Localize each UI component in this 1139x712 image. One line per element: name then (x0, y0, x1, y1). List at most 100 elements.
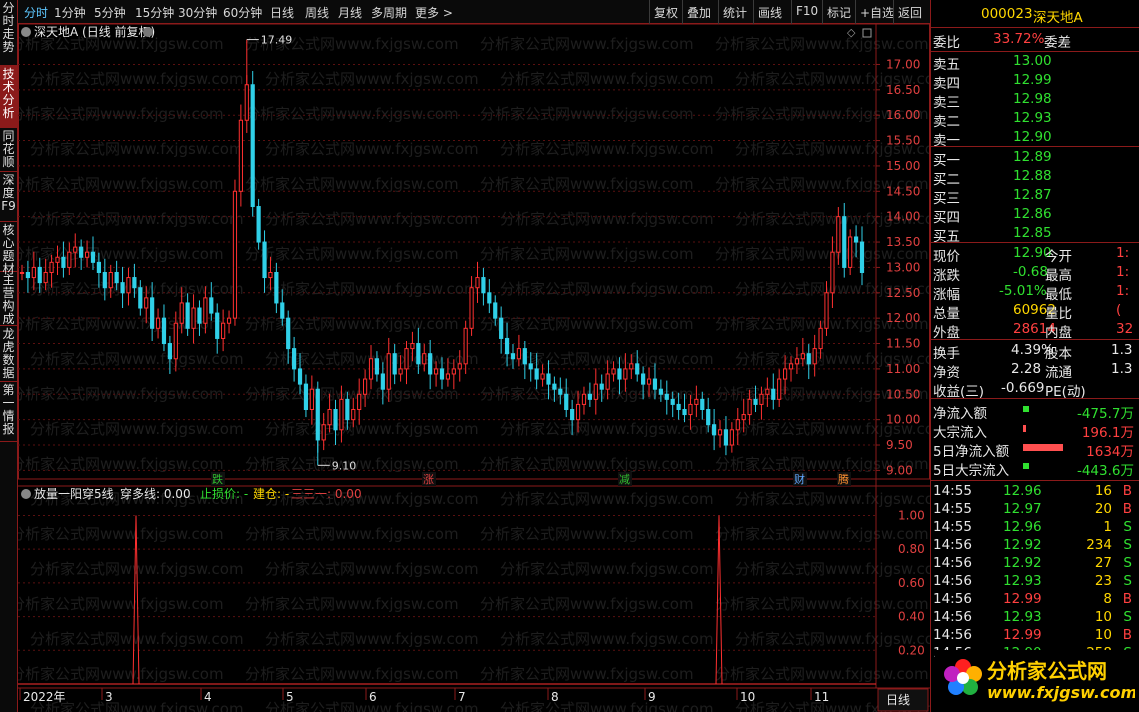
buy-price[interactable]: 12.89 (1013, 149, 1052, 165)
left-tab-2[interactable]: 同花顺 (0, 128, 17, 172)
event-marker[interactable]: 跌 (212, 472, 223, 486)
toolbar-item-6[interactable]: 日线 (270, 4, 294, 21)
toolbar-btn-5[interactable]: 标记 (827, 4, 851, 21)
quote-label: 涨幅 (933, 287, 960, 303)
candle-body (830, 251, 835, 294)
indicator-param: 穿多线: 0.00 (120, 486, 191, 501)
candle-body (777, 378, 782, 400)
watermark-text: 分析家公式网www.fxjgsw.com (480, 35, 694, 53)
tick-side: B (1122, 483, 1132, 499)
quote-label-right: 最低 (1045, 287, 1072, 303)
sell-price[interactable]: 13.00 (1013, 53, 1052, 69)
left-tab-5[interactable]: 主营构成 (0, 272, 17, 326)
candle-body (516, 348, 522, 360)
diamond-icon[interactable]: ◇ (847, 26, 856, 39)
buy-price[interactable]: 12.88 (1013, 168, 1052, 184)
left-tab-7[interactable]: 第一情报 (0, 382, 17, 442)
indicator-menu-icon[interactable] (21, 489, 31, 499)
left-tab-6[interactable]: 龙虎数据 (0, 326, 17, 382)
watermark-text: 分析家公式网www.fxjgsw.com (480, 525, 694, 543)
toolbar-item-0[interactable]: 分时 (24, 4, 48, 21)
watermark-text: 分析家公式网www.fxjgsw.com (480, 175, 694, 193)
toolbar-btn-3[interactable]: 画线 (758, 4, 782, 21)
chart-title: 深天地A (日线 前复权) (34, 24, 155, 39)
tick-volume: 23 (1094, 573, 1112, 589)
tick-volume: 16 (1094, 483, 1112, 499)
toolbar-item-3[interactable]: 15分钟 (135, 4, 174, 21)
toolbar-btn-4[interactable]: F10 (796, 4, 818, 18)
candle-body (753, 398, 758, 405)
candle-body (262, 241, 267, 279)
candle-body (37, 266, 42, 284)
title-dropdown-icon[interactable] (143, 27, 153, 37)
toolbar-separator (893, 0, 894, 24)
candle-body (706, 408, 711, 426)
toolbar-btn-0[interactable]: 复权 (654, 4, 678, 21)
tick-time: 14:55 (933, 483, 972, 499)
watermark-text: 分析家公式网www.fxjgsw.com (18, 105, 224, 123)
candle-body (682, 408, 687, 416)
left-tab-1[interactable]: 技术分析 (0, 66, 17, 128)
toolbar-item-9[interactable]: 多周期 (371, 4, 407, 21)
toolbar-item-5[interactable]: 60分钟 (223, 4, 262, 21)
candle-body (717, 429, 723, 436)
left-tab-4[interactable]: 核心题材 (0, 222, 17, 276)
panel-divider (931, 27, 1139, 28)
event-marker[interactable]: 涨 (423, 473, 434, 486)
flow-value: 1634万 (1086, 444, 1134, 460)
toolbar-item-1[interactable]: 1分钟 (54, 4, 86, 21)
quote-value-right: ( (1116, 302, 1122, 318)
candle-body (510, 353, 516, 360)
period-button[interactable]: 日线 (886, 693, 910, 707)
sell-level: 卖三 12.98 (931, 90, 1139, 111)
toolbar-item-10[interactable]: 更多 > (415, 4, 453, 21)
candle-body (599, 383, 604, 390)
tick-side: S (1123, 519, 1132, 535)
candle-body (623, 368, 628, 380)
sell-price[interactable]: 12.98 (1013, 91, 1052, 107)
candle-body (694, 398, 699, 405)
event-marker[interactable]: 财 (794, 472, 805, 486)
toolbar-item-4[interactable]: 30分钟 (178, 4, 217, 21)
candle-body (487, 292, 492, 304)
sell-price[interactable]: 12.99 (1013, 72, 1052, 88)
tick-side: B (1122, 627, 1132, 643)
toolbar-item-2[interactable]: 5分钟 (94, 4, 126, 21)
quote-label: 总量 (933, 306, 960, 322)
candle-body (806, 353, 811, 365)
watermark-text: 分析家公式网www.fxjgsw.com (715, 525, 929, 543)
sell-price[interactable]: 12.93 (1013, 110, 1052, 126)
candle-body (286, 317, 291, 350)
event-marker[interactable]: 腾 (838, 472, 849, 486)
quote-value: -5.01% (999, 283, 1047, 299)
quote-value-right: 1: (1116, 283, 1130, 299)
left-tab-0[interactable]: 分时走势 (0, 0, 17, 66)
buy-price[interactable]: 12.86 (1013, 206, 1052, 222)
toolbar-btn-1[interactable]: 叠加 (687, 4, 711, 21)
toolbar-btn-7[interactable]: 返回 (898, 4, 922, 21)
panel-divider (931, 339, 1139, 340)
left-tab-3[interactable]: 深度F9 (0, 172, 17, 222)
buy-price[interactable]: 12.85 (1013, 225, 1052, 241)
tick-price: 12.92 (1003, 555, 1042, 571)
candle-body (55, 256, 60, 263)
event-marker[interactable]: 减 (619, 473, 630, 486)
candle-body (747, 398, 752, 416)
buy-price[interactable]: 12.87 (1013, 187, 1052, 203)
flow-label: 5日大宗流入 (933, 463, 1010, 479)
sell-price[interactable]: 12.90 (1013, 129, 1052, 145)
sell-label: 卖五 (933, 57, 960, 73)
tick-side: S (1123, 555, 1132, 571)
watermark-text: 分析家公式网www.fxjgsw.com (265, 420, 479, 438)
toolbar-item-7[interactable]: 周线 (305, 4, 329, 21)
toolbar-btn-6[interactable]: +自选 (860, 4, 894, 21)
time-axis-label: 10 (740, 690, 755, 704)
candle-body (445, 373, 451, 380)
candle-body (853, 236, 859, 243)
chart-menu-icon[interactable] (21, 27, 31, 37)
indicator-name: 放量一阳穿5线 (34, 486, 114, 501)
toolbar-btn-2[interactable]: 统计 (723, 4, 747, 21)
candle-body (126, 277, 131, 294)
candle-body (587, 393, 592, 400)
toolbar-item-8[interactable]: 月线 (338, 4, 362, 21)
